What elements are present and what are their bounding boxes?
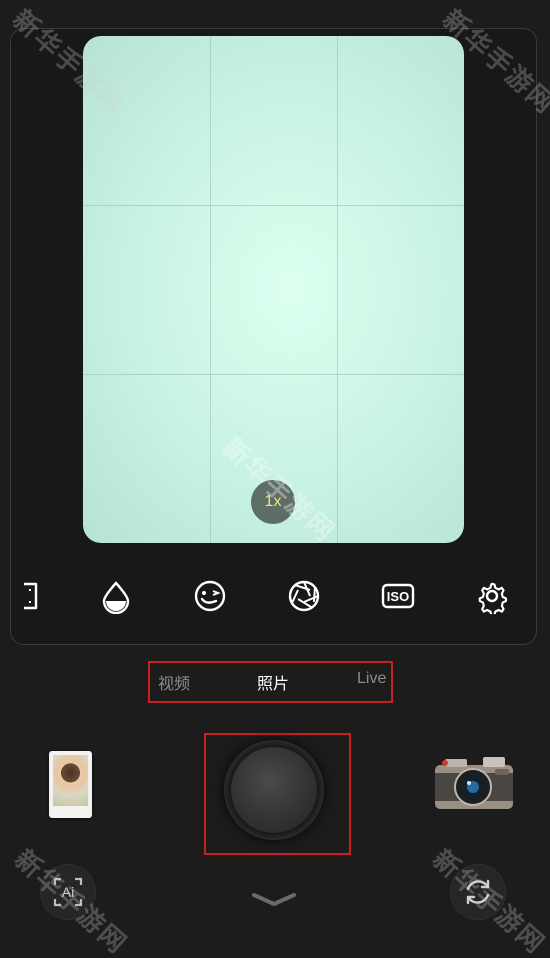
iso-label: ISO [387,589,409,604]
gallery-thumbnail[interactable] [49,751,92,818]
aspect-ratio-icon[interactable] [4,578,40,614]
gallery-photo [53,755,88,806]
iso-icon[interactable]: ISO [380,578,416,614]
watermark: 新华手游网 [8,843,134,958]
grid-line [210,36,211,543]
camera-screen: 1x ISO 视频 照片 Live Ai 新华手游网 新华手游网 新华手游网 新… [0,0,550,958]
grid-line [83,374,464,375]
aperture-icon[interactable] [286,578,322,614]
grid-line [337,36,338,543]
mode-live[interactable]: Live [357,670,386,688]
camera-mode-icon[interactable] [433,755,515,812]
shutter-button-inner[interactable] [231,747,317,833]
chevron-down-icon[interactable] [250,890,298,910]
watermark: 新华手游网 [426,843,550,958]
water-drop-icon[interactable] [98,578,134,614]
gear-icon[interactable] [474,578,510,614]
mode-photo[interactable]: 照片 [257,670,289,694]
grid-line [83,205,464,206]
mode-video[interactable]: 视频 [158,670,190,694]
wink-face-icon[interactable] [192,578,228,614]
